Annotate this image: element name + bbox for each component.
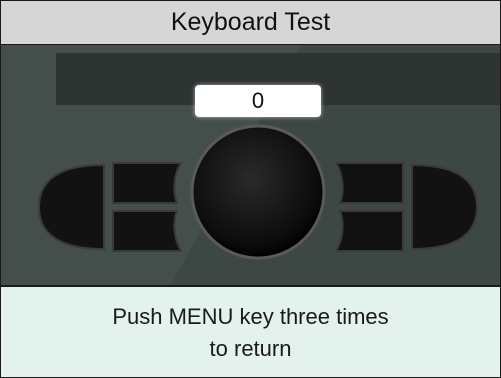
instruction-line-2: to return: [209, 336, 292, 361]
left-inner-upper-key[interactable]: [112, 162, 183, 204]
keyboard-display-panel: 0: [1, 45, 500, 287]
center-knob[interactable]: [190, 124, 326, 260]
right-inner-lower-key[interactable]: [334, 210, 404, 252]
counter-value: 0: [251, 88, 265, 113]
left-inner-lower-key[interactable]: [112, 210, 183, 252]
keyboard-test-screen: Keyboard Test 0 Push MENU key three time…: [0, 0, 501, 378]
title-bar: Keyboard Test: [1, 1, 500, 45]
screen-title: Keyboard Test: [170, 8, 331, 36]
right-inner-upper-key[interactable]: [334, 162, 404, 204]
instruction-message: Push MENU key three times to return: [1, 301, 500, 365]
key-press-counter: 0: [195, 85, 321, 117]
right-outer-key[interactable]: [411, 163, 479, 251]
instruction-line-1: Push MENU key three times: [112, 304, 389, 329]
keyboard-illustration: [1, 45, 500, 285]
